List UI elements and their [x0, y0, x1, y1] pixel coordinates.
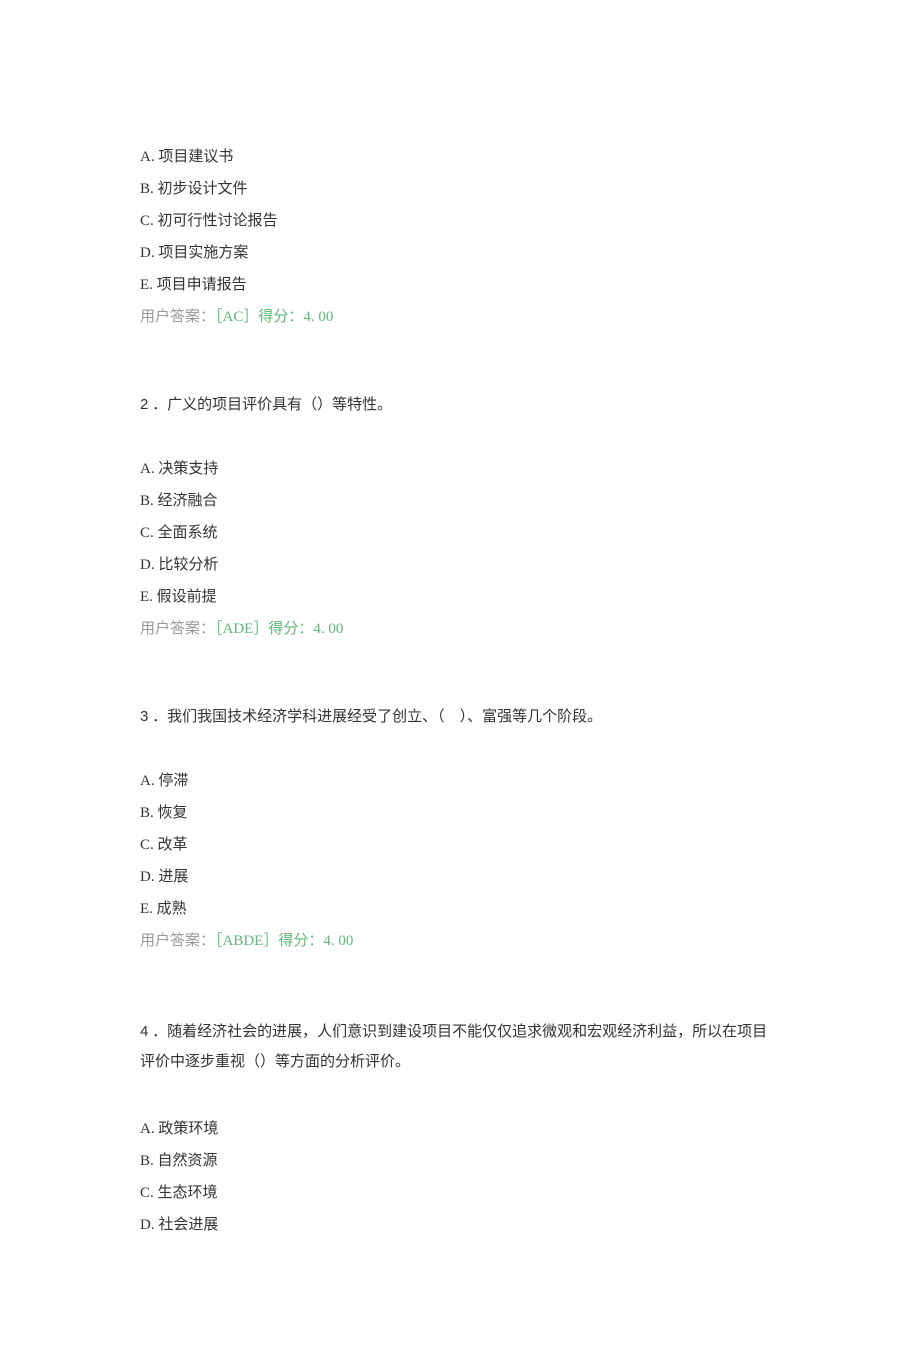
option-d: D. 项目实施方案	[140, 241, 780, 265]
option-d: D. 进展	[140, 865, 780, 889]
answer-prefix: 用户答案：	[140, 933, 215, 949]
option-a: A. 政策环境	[140, 1117, 780, 1141]
question-stem: 4 ．随着经济社会的进展，人们意识到建设项目不能仅仅追求微观和宏观经济利益，所以…	[140, 1017, 780, 1077]
answer-prefix: 用户答案：	[140, 621, 215, 637]
option-c: C. 改革	[140, 833, 780, 857]
question-number: 2	[140, 396, 148, 413]
option-e: E. 成熟	[140, 897, 780, 921]
user-answer: 用户答案：［ABDE］得分：4. 00	[140, 929, 780, 953]
option-b: B. 初步设计文件	[140, 177, 780, 201]
answer-prefix: 用户答案：	[140, 309, 215, 325]
question-text: ．我们我国技术经济学科进展经受了创立、（ ）、富强等几个阶段。	[152, 709, 602, 725]
answer-value: ［AC］得分：4. 00	[215, 309, 333, 325]
answer-value: ［ABDE］得分：4. 00	[215, 933, 353, 949]
question-stem: 2 ．广义的项目评价具有（）等特性。	[140, 393, 780, 417]
option-b: B. 恢复	[140, 801, 780, 825]
question-number: 4	[140, 1023, 148, 1040]
option-d: D. 比较分析	[140, 553, 780, 577]
option-a: A. 停滞	[140, 769, 780, 793]
option-b: B. 自然资源	[140, 1149, 780, 1173]
option-e: E. 假设前提	[140, 585, 780, 609]
question-stem: 3 ．我们我国技术经济学科进展经受了创立、（ ）、富强等几个阶段。	[140, 705, 780, 729]
user-answer: 用户答案：［ADE］得分：4. 00	[140, 617, 780, 641]
option-c: C. 生态环境	[140, 1181, 780, 1205]
question-text: ．广义的项目评价具有（）等特性。	[152, 397, 392, 413]
option-c: C. 全面系统	[140, 521, 780, 545]
option-b: B. 经济融合	[140, 489, 780, 513]
option-c: C. 初可行性讨论报告	[140, 209, 780, 233]
option-e: E. 项目申请报告	[140, 273, 780, 297]
question-number: 3	[140, 708, 148, 725]
answer-value: ［ADE］得分：4. 00	[215, 621, 343, 637]
option-a: A. 项目建议书	[140, 145, 780, 169]
option-a: A. 决策支持	[140, 457, 780, 481]
question-text: ．随着经济社会的进展，人们意识到建设项目不能仅仅追求微观和宏观经济利益，所以在项…	[140, 1024, 767, 1070]
option-d: D. 社会进展	[140, 1213, 780, 1237]
user-answer: 用户答案：［AC］得分：4. 00	[140, 305, 780, 329]
